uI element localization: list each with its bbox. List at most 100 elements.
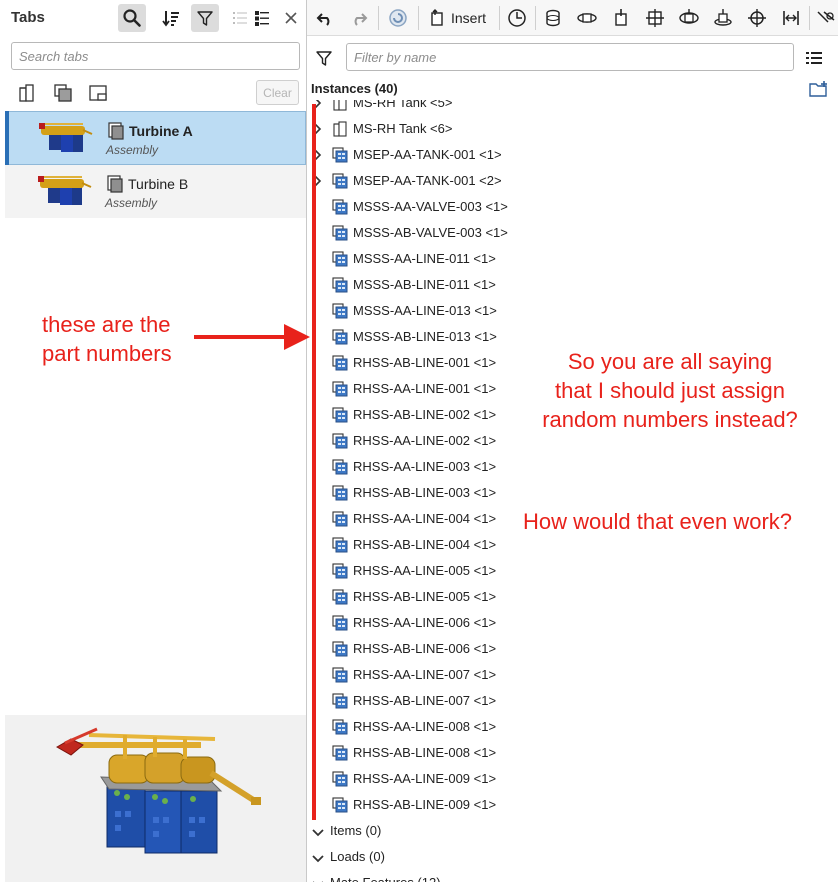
instance-row[interactable]: RHSS-AB-LINE-007 <1> bbox=[307, 688, 838, 714]
sort-button[interactable] bbox=[157, 4, 185, 32]
list-options-button[interactable] bbox=[805, 49, 825, 69]
instance-row[interactable]: RHSS-AA-LINE-009 <1> bbox=[307, 766, 838, 792]
instance-row[interactable]: MSSS-AB-LINE-011 <1> bbox=[307, 272, 838, 298]
annotation-bracket-line bbox=[312, 104, 316, 820]
annotation-part-numbers: these are the part numbers bbox=[42, 310, 172, 368]
toolbar-separator bbox=[499, 6, 500, 30]
folder-row[interactable]: Loads (0) bbox=[307, 844, 838, 870]
instance-row[interactable]: RHSS-AA-LINE-005 <1> bbox=[307, 558, 838, 584]
instance-row[interactable]: MSSS-AA-LINE-011 <1> bbox=[307, 246, 838, 272]
instances-title: Instances (40) bbox=[311, 81, 398, 96]
filter-parts-button[interactable] bbox=[16, 82, 38, 104]
assembly-icon bbox=[332, 303, 348, 319]
assembly-icon bbox=[332, 251, 348, 267]
chevron-down-icon[interactable] bbox=[311, 877, 325, 882]
assembly-thumbnail bbox=[39, 123, 93, 152]
slider-mate-button[interactable] bbox=[609, 4, 633, 32]
clear-filter-button[interactable]: Clear bbox=[256, 80, 299, 105]
instance-label: RHSS-AA-LINE-003 <1> bbox=[353, 459, 497, 474]
assembly-icon bbox=[332, 745, 348, 761]
parallel-mate-button[interactable] bbox=[779, 4, 803, 32]
assembly-icon bbox=[332, 303, 348, 319]
add-folder-button[interactable] bbox=[809, 80, 829, 98]
toolbar-separator bbox=[378, 6, 379, 30]
insert-button[interactable]: Insert bbox=[425, 4, 491, 32]
assembly-icon bbox=[332, 667, 348, 683]
filter-assemblies-button[interactable] bbox=[52, 82, 74, 104]
planar-mate-button[interactable] bbox=[643, 4, 667, 32]
instance-row[interactable]: RHSS-AB-LINE-009 <1> bbox=[307, 792, 838, 818]
chevron-down-icon[interactable] bbox=[311, 825, 325, 837]
tangent-mate-button[interactable] bbox=[815, 4, 837, 32]
regenerate-button[interactable] bbox=[385, 4, 411, 32]
redo-button[interactable] bbox=[347, 4, 371, 32]
filter-toggle-button[interactable] bbox=[191, 4, 219, 32]
instance-row[interactable]: RHSS-AA-LINE-008 <1> bbox=[307, 714, 838, 740]
assembly-icon bbox=[332, 355, 348, 371]
pin-slot-mate-icon bbox=[714, 9, 732, 26]
instance-row[interactable]: MSEP-AA-TANK-001 <2> bbox=[307, 168, 838, 194]
assembly-icon bbox=[332, 433, 348, 449]
assembly-icon bbox=[332, 329, 348, 345]
instance-row[interactable]: RHSS-AB-LINE-008 <1> bbox=[307, 740, 838, 766]
instances-panel: Insert Filter by name Instances (40) MS-… bbox=[307, 0, 838, 882]
assembly-filter-icon bbox=[54, 84, 72, 102]
mate-connector-button[interactable] bbox=[505, 4, 529, 32]
instance-label: RHSS-AB-LINE-002 <1> bbox=[353, 407, 497, 422]
cylindrical-mate-icon bbox=[679, 9, 699, 24]
undo-button[interactable] bbox=[313, 4, 337, 32]
folder-label: Mate Features (12) bbox=[330, 875, 441, 882]
instance-row[interactable]: MSSS-AB-VALVE-003 <1> bbox=[307, 220, 838, 246]
assembly-toolbar: Insert bbox=[307, 0, 838, 36]
ball-mate-button[interactable] bbox=[745, 4, 769, 32]
instance-label: MSSS-AA-VALVE-003 <1> bbox=[353, 199, 508, 214]
redo-icon bbox=[354, 13, 368, 26]
assembly-icon bbox=[332, 277, 348, 293]
instance-row[interactable]: RHSS-AA-LINE-006 <1> bbox=[307, 610, 838, 636]
revolute-mate-button[interactable] bbox=[575, 4, 599, 32]
instance-label: RHSS-AB-LINE-008 <1> bbox=[353, 745, 497, 760]
tabs-list: Turbine A Assembly Turbine B Assembly bbox=[5, 111, 306, 219]
instance-label: RHSS-AA-LINE-006 <1> bbox=[353, 615, 497, 630]
cylindrical-mate-button[interactable] bbox=[677, 4, 701, 32]
fastened-mate-icon bbox=[546, 9, 560, 27]
tab-type: Assembly bbox=[105, 196, 158, 210]
assembly-icon bbox=[332, 251, 348, 267]
assembly-icon bbox=[332, 277, 348, 293]
search-toggle-button[interactable] bbox=[118, 4, 146, 32]
instance-row[interactable]: MSSS-AA-LINE-013 <1> bbox=[307, 298, 838, 324]
filter-by-name-field[interactable] bbox=[346, 43, 794, 71]
tab-turbine-b[interactable]: Turbine B Assembly bbox=[5, 165, 306, 219]
assembly-icon bbox=[332, 433, 348, 449]
instance-row[interactable]: RHSS-AB-LINE-003 <1> bbox=[307, 480, 838, 506]
filter-by-name-input[interactable] bbox=[347, 44, 793, 70]
sort-icon bbox=[162, 11, 179, 27]
assembly-icon bbox=[332, 511, 348, 527]
assembly-icon bbox=[332, 719, 348, 735]
close-panel-button[interactable] bbox=[277, 4, 305, 32]
search-tabs-field[interactable] bbox=[11, 42, 300, 70]
assembly-icon bbox=[332, 641, 348, 657]
search-tabs-input[interactable] bbox=[12, 43, 299, 69]
instance-row[interactable]: MSSS-AA-VALVE-003 <1> bbox=[307, 194, 838, 220]
tab-turbine-a[interactable]: Turbine A Assembly bbox=[5, 111, 306, 165]
instance-row[interactable]: RHSS-AA-LINE-007 <1> bbox=[307, 662, 838, 688]
assembly-icon bbox=[332, 693, 348, 709]
instance-row[interactable]: RHSS-AA-LINE-003 <1> bbox=[307, 454, 838, 480]
instance-row[interactable]: MS-RH Tank <5> bbox=[307, 100, 838, 116]
instance-row[interactable]: MSEP-AA-TANK-001 <1> bbox=[307, 142, 838, 168]
chevron-down-icon[interactable] bbox=[311, 851, 325, 863]
pin-slot-mate-button[interactable] bbox=[711, 4, 735, 32]
instance-label: RHSS-AA-LINE-005 <1> bbox=[353, 563, 497, 578]
instances-filter-button[interactable] bbox=[315, 49, 335, 69]
detail-view-button[interactable] bbox=[248, 4, 276, 32]
instance-row[interactable]: RHSS-AB-LINE-005 <1> bbox=[307, 584, 838, 610]
instance-label: RHSS-AA-LINE-008 <1> bbox=[353, 719, 497, 734]
filter-drawings-button[interactable] bbox=[87, 82, 109, 104]
instance-label: RHSS-AA-LINE-009 <1> bbox=[353, 771, 497, 786]
folder-row[interactable]: Items (0) bbox=[307, 818, 838, 844]
instance-row[interactable]: RHSS-AB-LINE-006 <1> bbox=[307, 636, 838, 662]
instance-row[interactable]: MS-RH Tank <6> bbox=[307, 116, 838, 142]
fastened-mate-button[interactable] bbox=[541, 4, 565, 32]
folder-row[interactable]: Mate Features (12) bbox=[307, 870, 838, 882]
